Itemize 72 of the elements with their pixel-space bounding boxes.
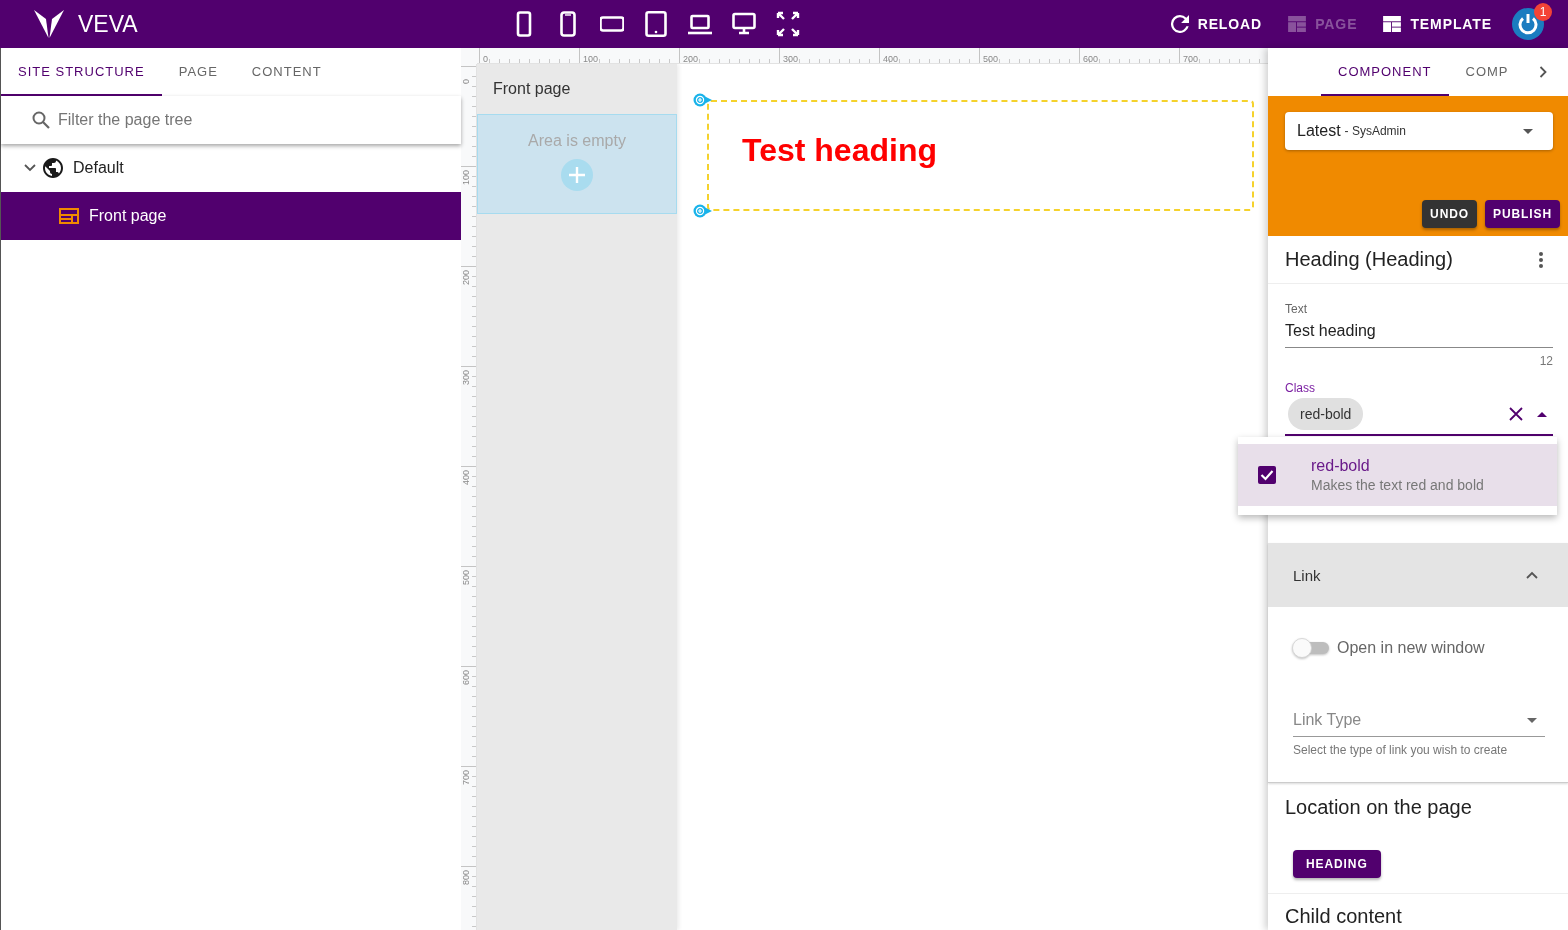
globe-icon	[43, 158, 63, 178]
page-layout-icon	[59, 208, 79, 224]
version-select[interactable]: Latest - SysAdmin	[1285, 112, 1553, 150]
undo-button[interactable]: UNDO	[1422, 200, 1477, 228]
ruler-label: 700	[461, 770, 471, 786]
brand-name: VEVA	[78, 10, 138, 38]
heading-button[interactable]: HEADING	[1293, 850, 1381, 878]
link-section-header[interactable]: Link	[1268, 543, 1568, 607]
character-counter: 12	[1539, 354, 1553, 368]
search-field[interactable]: Filter the page tree	[1, 96, 461, 144]
tab[interactable]: SITE STRUCTURE	[1, 48, 162, 96]
plus-marker-icon[interactable]	[693, 93, 712, 107]
option-description: Makes the text red and bold	[1311, 476, 1484, 494]
tab[interactable]: CONTENT	[234, 48, 339, 96]
helper-text: Select the type of link you wish to create	[1293, 743, 1509, 757]
text-field[interactable]: Text Test heading	[1285, 302, 1553, 348]
tab[interactable]: COMP	[1448, 48, 1513, 96]
search-icon	[32, 111, 50, 129]
plus-marker-icon[interactable]	[693, 204, 712, 218]
option-label: red-bold	[1311, 456, 1371, 476]
ruler-label: 500	[461, 570, 471, 586]
area-title: Front page	[492, 79, 572, 99]
template-button[interactable]: TEMPLATE	[1375, 10, 1500, 38]
notification-badge: 1	[1534, 3, 1552, 21]
refresh-icon	[1170, 15, 1189, 33]
ruler-label: 200	[683, 54, 699, 63]
section-title: Child content	[1285, 905, 1403, 927]
logo-icon	[34, 10, 64, 38]
checkbox[interactable]	[1258, 466, 1276, 484]
ruler-label: 700	[1183, 54, 1199, 63]
ruler-label: 600	[461, 670, 471, 686]
power-icon[interactable]	[1512, 8, 1544, 40]
class-chip[interactable]: red-bold	[1288, 398, 1364, 430]
class-select[interactable]: Class red-bold	[1285, 381, 1553, 436]
tree-item[interactable]: Default	[1, 144, 461, 192]
empty-area-text: Area is empty	[528, 131, 626, 151]
component-title: Heading (Heading)	[1285, 248, 1454, 271]
ruler-label: 800	[461, 870, 471, 886]
more-options-icon[interactable]	[1539, 251, 1543, 268]
tablet-icon[interactable]	[644, 11, 668, 37]
chevron-right-icon[interactable]	[1539, 66, 1547, 78]
ruler-label: 500	[983, 54, 999, 63]
heading-component[interactable]: Test heading	[707, 100, 1254, 211]
tab[interactable]: PAGE	[161, 48, 235, 96]
ruler-label: 400	[883, 54, 899, 63]
toggle-label: Open in new window	[1337, 639, 1485, 657]
ruler-label: 0	[461, 79, 471, 84]
publish-button[interactable]: PUBLISH	[1485, 200, 1560, 228]
menu-option[interactable]: red-bold Makes the text red and bold	[1238, 444, 1557, 506]
ruler-label: 600	[1083, 54, 1099, 63]
fullscreen-icon[interactable]	[776, 11, 800, 37]
ruler-label: 100	[461, 170, 471, 186]
ruler-label: 300	[461, 370, 471, 386]
ruler-label: 200	[461, 270, 471, 286]
chevron-down-icon[interactable]	[24, 164, 36, 172]
ruler-label: 100	[583, 54, 599, 63]
caret-up-icon[interactable]	[1537, 411, 1547, 417]
toggle-switch[interactable]	[1291, 637, 1331, 659]
desktop-icon[interactable]	[732, 11, 756, 37]
ruler-label: 300	[783, 54, 799, 63]
caret-down-icon	[1527, 717, 1537, 723]
section-title: Location on the page	[1285, 795, 1472, 819]
layout-icon	[1383, 16, 1402, 32]
heading-text: Test heading	[742, 132, 937, 168]
caret-down-icon	[1523, 128, 1533, 134]
ruler-label: 400	[461, 470, 471, 486]
layout-icon	[1288, 16, 1307, 32]
clear-icon[interactable]	[1509, 407, 1523, 421]
link-type-select[interactable]: Link Type	[1293, 704, 1545, 737]
tree-item[interactable]: Front page	[1, 192, 461, 240]
reload-button[interactable]: RELOAD	[1162, 9, 1271, 39]
ruler-label: 0	[483, 54, 488, 63]
